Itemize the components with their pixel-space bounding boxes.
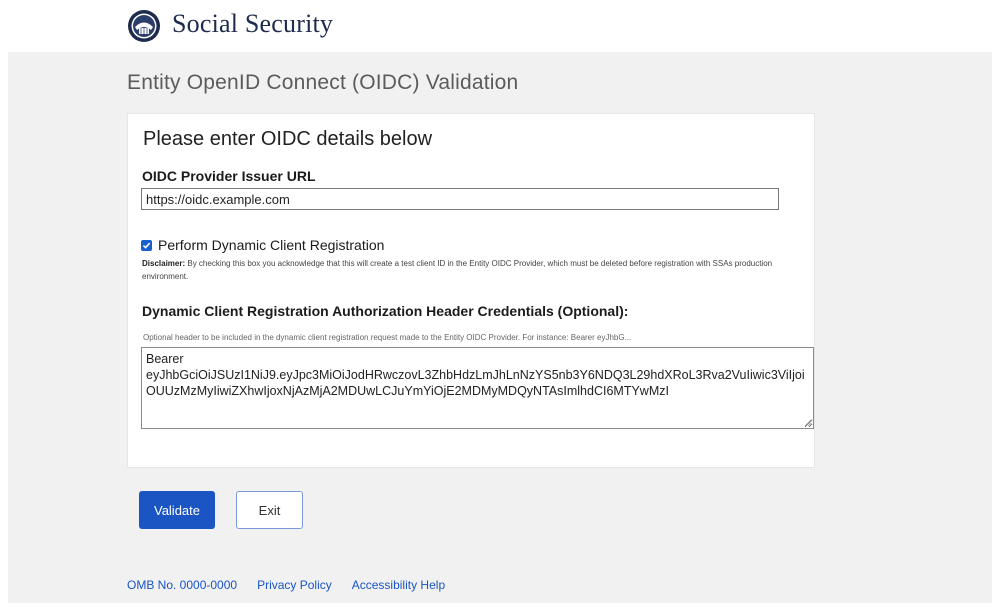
dcr-checkbox-row[interactable]: Perform Dynamic Client Registration (141, 237, 384, 253)
footer-links: OMB No. 0000-0000 Privacy Policy Accessi… (127, 578, 445, 592)
credentials-hint: Optional header to be included in the dy… (143, 333, 632, 342)
page-title: Entity OpenID Connect (OIDC) Validation (127, 71, 519, 94)
form-heading: Please enter OIDC details below (143, 128, 433, 150)
resize-handle-icon[interactable] (804, 419, 812, 427)
dcr-checkbox[interactable] (141, 239, 152, 251)
exit-button[interactable]: Exit (236, 491, 303, 529)
checkmark-icon (142, 242, 151, 249)
dcr-label: Perform Dynamic Client Registration (158, 237, 385, 253)
validate-button[interactable]: Validate (139, 491, 215, 529)
brand-name[interactable]: Social Security (172, 9, 333, 39)
issuer-url-input[interactable] (141, 188, 779, 210)
credentials-label: Dynamic Client Registration Authorizatio… (142, 303, 629, 319)
privacy-policy-link[interactable]: Privacy Policy (257, 578, 332, 592)
disclaimer-text: By checking this box you acknowledge tha… (142, 259, 773, 281)
accessibility-help-link[interactable]: Accessibility Help (352, 578, 445, 592)
omb-number-link[interactable]: OMB No. 0000-0000 (127, 578, 237, 592)
credentials-textarea[interactable]: Bearer eyJhbGciOiJSUzI1NiJ9.eyJpc3MiOiJo… (141, 347, 814, 429)
main-content: Entity OpenID Connect (OIDC) Validation … (8, 52, 992, 603)
ssa-seal-icon[interactable] (127, 9, 161, 43)
disclaimer-title: Disclaimer: (142, 259, 186, 268)
oidc-form-card: Please enter OIDC details below OIDC Pro… (127, 113, 815, 468)
site-header: Social Security (0, 0, 992, 52)
issuer-url-label: OIDC Provider Issuer URL (142, 168, 316, 184)
dcr-disclaimer: Disclaimer: By checking this box you ack… (142, 257, 802, 283)
